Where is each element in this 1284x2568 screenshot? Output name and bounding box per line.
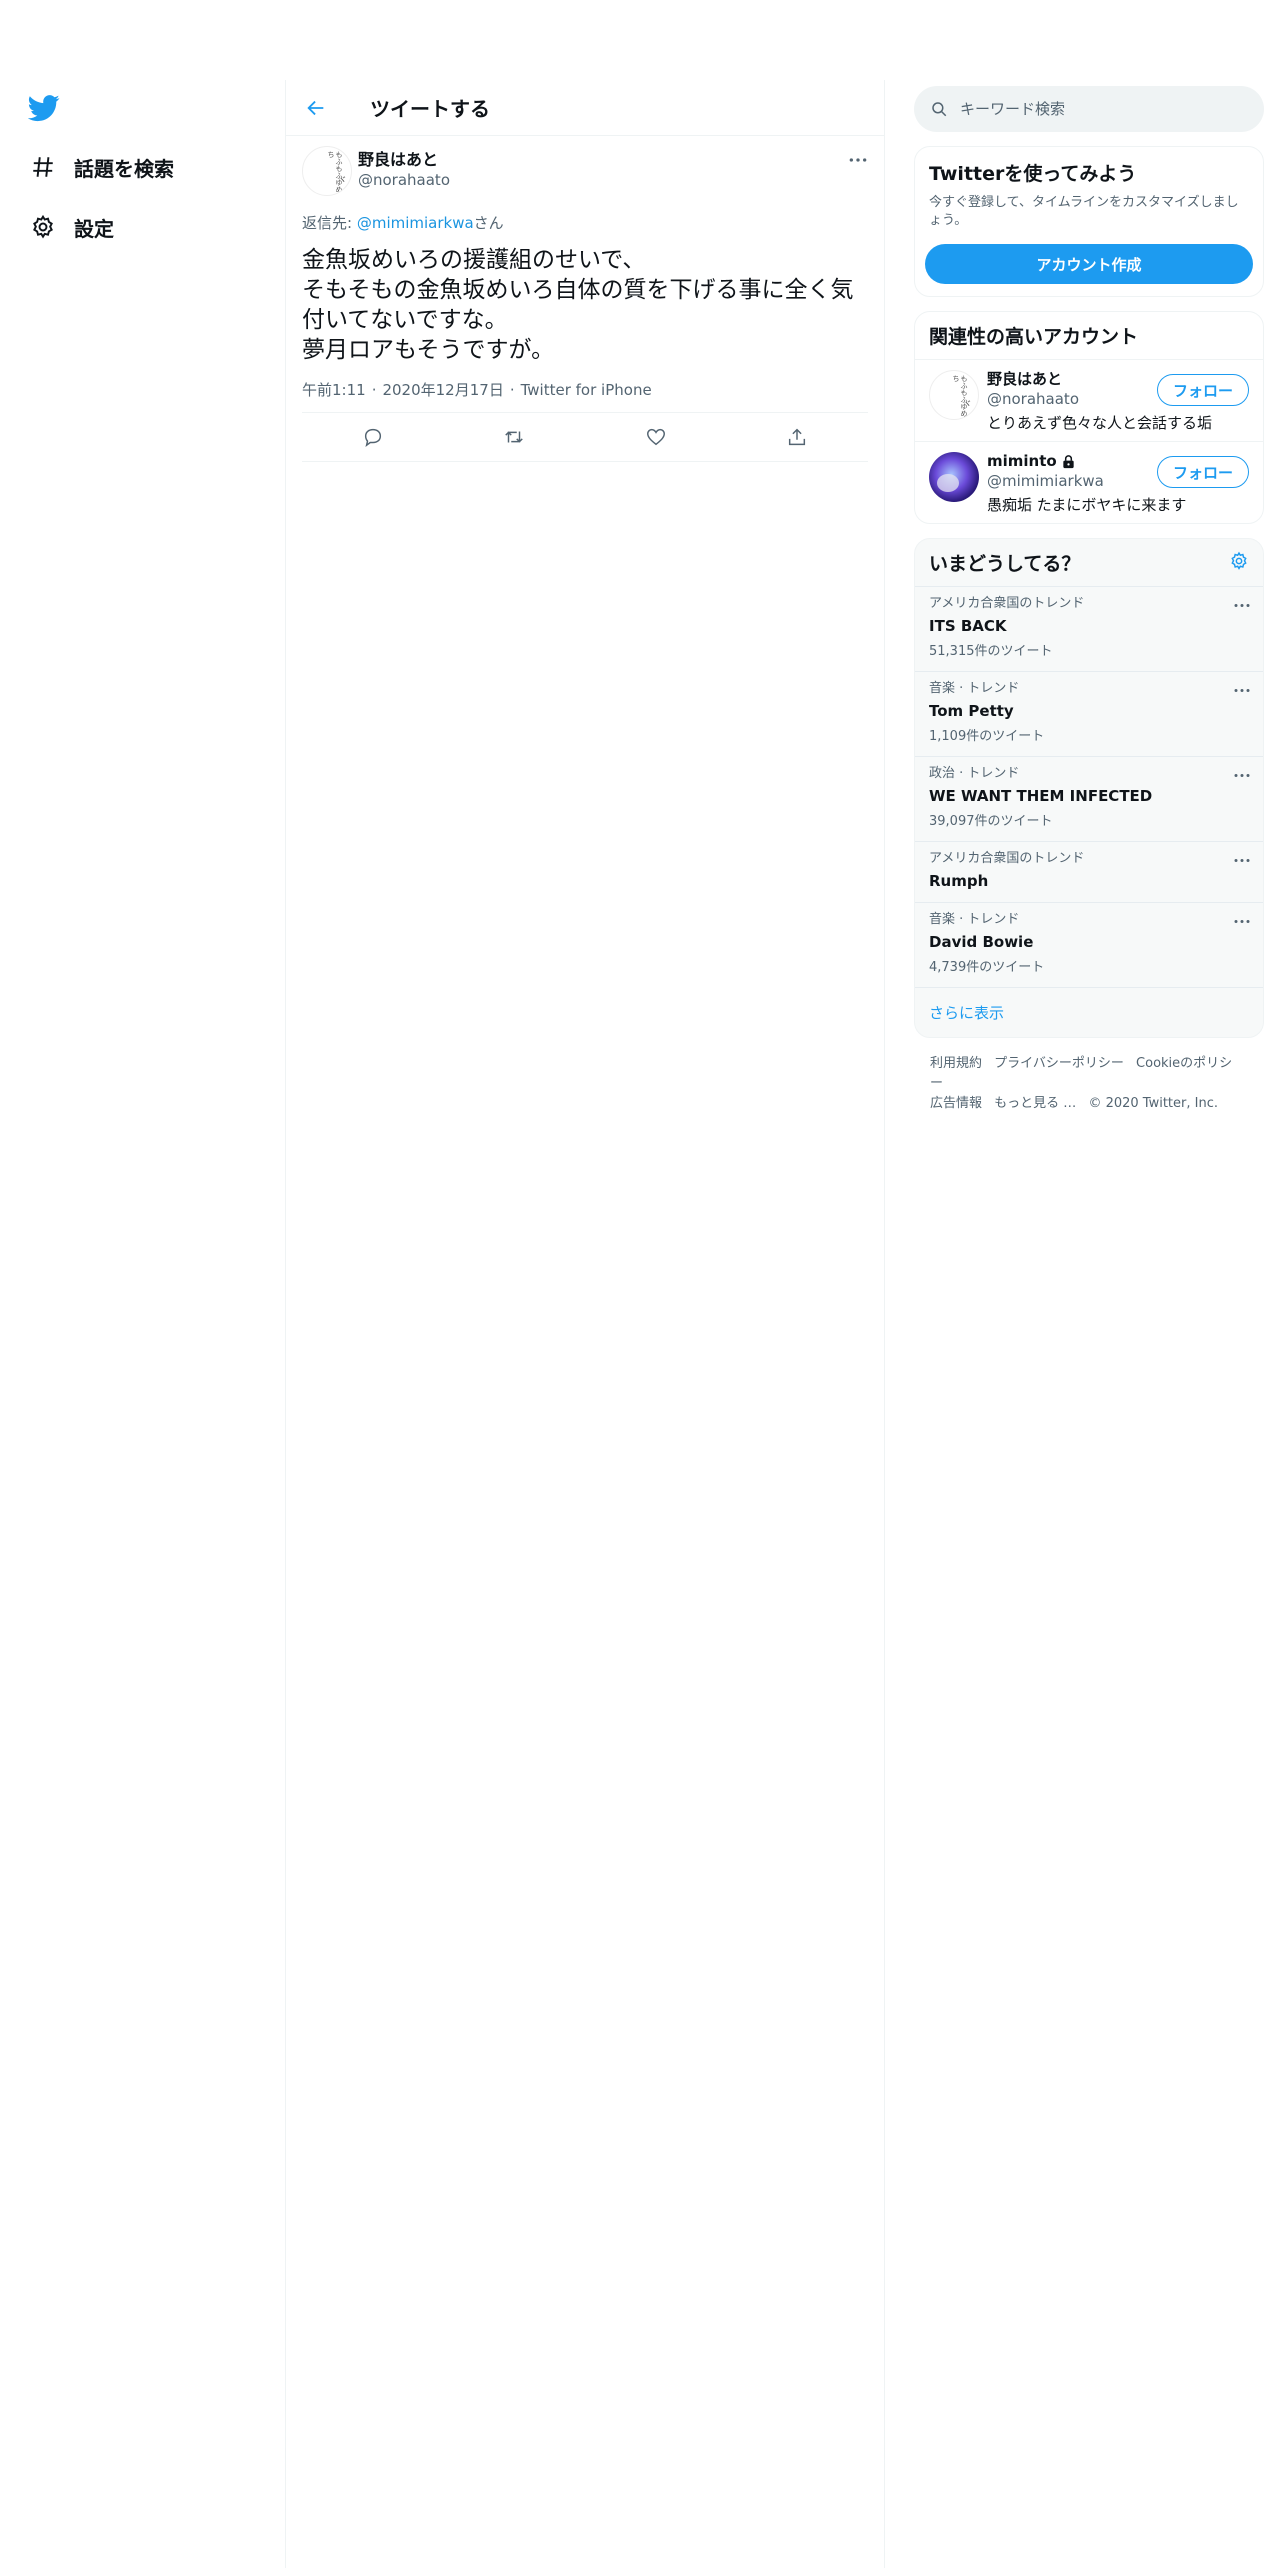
trend-meta: アメリカ合衆国のトレンド (929, 596, 1085, 611)
footer-copyright: © 2020 Twitter, Inc. (1088, 1096, 1218, 1111)
account-bio: とりあえず色々な人と会話する垢 (987, 414, 1213, 432)
account-bio: 愚痴垢 たまにボヤキに来ます (987, 496, 1187, 514)
arrow-left-icon (307, 100, 324, 115)
related-accounts-card: 関連性の高いアカウント もふもふゆめち ヾ 野良はあと @norahaato と… (914, 311, 1264, 524)
trend-name: Tom Petty (929, 702, 1014, 720)
tweet-time[interactable]: 午前1:11 (302, 379, 366, 400)
footer-link-terms[interactable]: 利用規約 (930, 1056, 982, 1071)
more-dots-icon (1234, 920, 1250, 923)
trend-name: Rumph (929, 872, 989, 890)
trend-item[interactable]: アメリカ合衆国のトレンド ITS BACK 51,315件のツイート (915, 587, 1263, 672)
trend-item[interactable]: 政治 · トレンド WE WANT THEM INFECTED 39,097件の… (915, 757, 1263, 842)
footer: 利用規約 プライバシーポリシー Cookieのポリシー 広告情報 もっと見る …… (914, 1038, 1264, 1130)
reply-mention-link[interactable]: @mimimiarkwa (357, 214, 474, 232)
footer-link-more[interactable]: もっと見る … (994, 1096, 1076, 1111)
right-sidebar: Twitterを使ってみよう 今すぐ登録して、タイムラインをカスタマイズしましょ… (914, 80, 1264, 1130)
retweet-button[interactable] (494, 417, 534, 457)
related-account[interactable]: miminto @mimimiarkwa 愚痴垢 たまにボヤキに来ます フォロー (915, 442, 1263, 523)
trend-item[interactable]: 音楽 · トレンド David Bowie 4,739件のツイート (915, 903, 1263, 988)
footer-link-ads[interactable]: 広告情報 (930, 1096, 982, 1111)
avatar[interactable] (929, 452, 979, 502)
reply-icon (364, 428, 381, 448)
avatar[interactable]: もふもふゆめち ヾ (929, 370, 979, 420)
more-dots-icon (1234, 859, 1250, 862)
signup-card: Twitterを使ってみよう 今すぐ登録して、タイムラインをカスタマイズしましょ… (914, 146, 1264, 297)
trend-more-button[interactable] (1233, 680, 1251, 699)
back-button[interactable] (298, 90, 334, 126)
signup-title: Twitterを使ってみよう (929, 163, 1137, 185)
follow-button[interactable]: フォロー (1157, 374, 1249, 406)
nav-item-explore[interactable]: 話題を検索 (28, 145, 174, 189)
more-dots-icon (1234, 689, 1250, 692)
trend-meta: 音楽 · トレンド (929, 912, 1020, 927)
trend-meta: 政治 · トレンド (929, 766, 1020, 781)
more-options-button[interactable] (848, 150, 868, 169)
main-column: ツイートする もふもふゆめち ヾ 野良はあと @norahaato 返信先: @… (285, 80, 885, 2568)
signup-description: 今すぐ登録して、タイムラインをカスタマイズしましょう。 (929, 195, 1239, 228)
show-more-link[interactable]: さらに表示 (915, 988, 1263, 1037)
search-box[interactable] (914, 86, 1264, 132)
trend-count: 51,315件のツイート (929, 644, 1053, 659)
tweet-actions (302, 412, 868, 462)
tweet: もふもふゆめち ヾ 野良はあと @norahaato 返信先: @mimimia… (286, 136, 884, 462)
trends-title: いまどうしてる？ (929, 553, 1081, 575)
trend-more-button[interactable] (1233, 911, 1251, 930)
trends-settings-button[interactable] (1229, 551, 1249, 575)
tweet-source[interactable]: Twitter for iPhone (521, 381, 652, 399)
share-button[interactable] (777, 417, 817, 457)
follow-button[interactable]: フォロー (1157, 456, 1249, 488)
tweet-author: もふもふゆめち ヾ 野良はあと @norahaato (302, 146, 868, 196)
more-dots-icon (1234, 774, 1250, 777)
trend-count: 39,097件のツイート (929, 814, 1053, 829)
search-icon (932, 102, 947, 117)
share-icon (789, 428, 806, 446)
avatar[interactable]: もふもふゆめち ヾ (302, 146, 352, 196)
trend-meta: アメリカ合衆国のトレンド (929, 851, 1085, 866)
retweet-icon (505, 431, 524, 443)
trend-name: WE WANT THEM INFECTED (929, 787, 1153, 805)
nav-label-explore: 話題を検索 (74, 156, 174, 181)
tweet-text: 金魚坂めいろの援護組のせいで、 そもそもの金魚坂めいろ自体の質を下げる事に全く気… (302, 247, 854, 363)
trend-count: 1,109件のツイート (929, 729, 1045, 744)
page-title: ツイートする (370, 97, 490, 121)
column-header: ツイートする (286, 80, 884, 136)
tweet-date[interactable]: 2020年12月17日 (382, 379, 503, 400)
tweet-meta: 午前1:11 · 2020年12月17日 · Twitter for iPhon… (302, 379, 652, 400)
lock-icon (1063, 455, 1074, 469)
trends-card: いまどうしてる？ アメリカ合衆国のトレンド ITS BACK 51,315件のツ… (914, 538, 1264, 1038)
more-dots-icon (1234, 604, 1250, 607)
related-title: 関連性の高いアカウント (915, 312, 1263, 360)
trend-more-button[interactable] (1233, 850, 1251, 869)
related-account[interactable]: もふもふゆめち ヾ 野良はあと @norahaato とりあえず色々な人と会話す… (915, 360, 1263, 442)
trend-item[interactable]: 音楽 · トレンド Tom Petty 1,109件のツイート (915, 672, 1263, 757)
reply-button[interactable] (353, 417, 393, 457)
trend-name: David Bowie (929, 933, 1034, 951)
twitter-logo-icon[interactable] (27, 92, 62, 126)
like-button[interactable] (636, 417, 676, 457)
trend-item[interactable]: アメリカ合衆国のトレンド Rumph (915, 842, 1263, 903)
search-input[interactable] (960, 100, 1240, 118)
author-name[interactable]: 野良はあと (358, 150, 450, 170)
trend-meta: 音楽 · トレンド (929, 681, 1020, 696)
trend-more-button[interactable] (1233, 765, 1251, 784)
more-dots-icon (849, 158, 867, 162)
create-account-button[interactable]: アカウント作成 (925, 244, 1253, 284)
hash-icon (28, 152, 58, 182)
trend-more-button[interactable] (1233, 595, 1251, 614)
heart-icon (646, 428, 665, 446)
footer-link-privacy[interactable]: プライバシーポリシー (994, 1056, 1124, 1071)
author-handle[interactable]: @norahaato (358, 170, 450, 190)
nav-label-settings: 設定 (74, 216, 114, 241)
gear-icon (1231, 551, 1247, 570)
gear-icon (28, 212, 58, 242)
left-nav: 話題を検索 設定 (0, 0, 285, 2568)
trend-name: ITS BACK (929, 617, 1007, 635)
page: 話題を検索 設定 ツイートする もふもふゆめち ヾ 野良はあと @norahaa… (0, 0, 1284, 2568)
reply-to: 返信先: @mimimiarkwaさん (302, 214, 504, 232)
nav-item-settings[interactable]: 設定 (28, 205, 114, 249)
trend-count: 4,739件のツイート (929, 960, 1045, 975)
